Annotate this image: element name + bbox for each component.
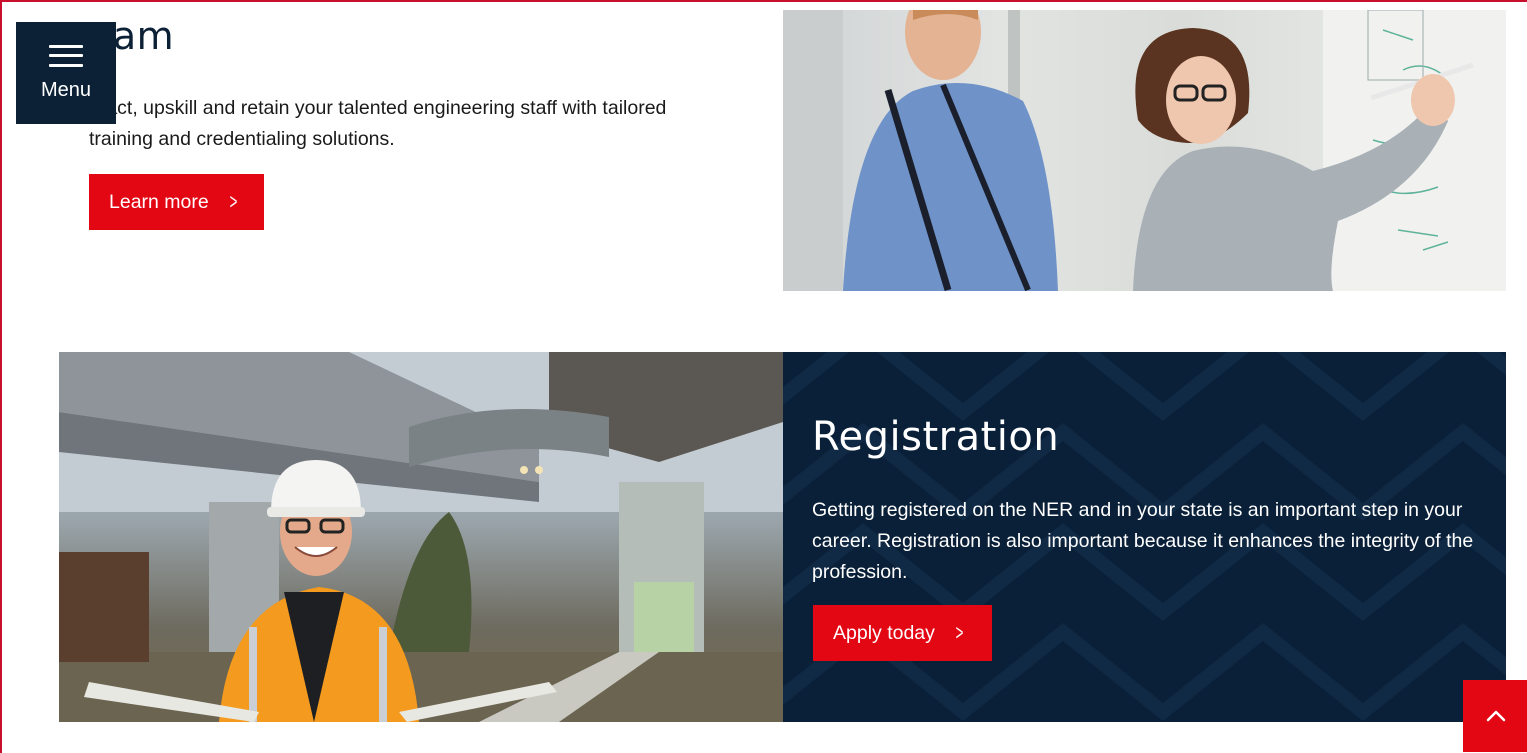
registration-photo (59, 352, 783, 722)
back-to-top-button[interactable] (1463, 680, 1527, 752)
learn-more-button[interactable]: Learn more > (89, 174, 264, 230)
engineer-photo-illustration (59, 352, 783, 722)
apply-today-label: Apply today (833, 621, 935, 644)
hamburger-icon (49, 44, 83, 67)
team-photo (783, 10, 1506, 291)
registration-description: Getting registered on the NER and in you… (812, 499, 1474, 583)
section-description: ttract, upskill and retain your talented… (89, 97, 667, 150)
team-photo-illustration (783, 10, 1506, 291)
learn-more-label: Learn more (109, 190, 209, 213)
registration-panel: Registration Getting registered on the N… (783, 352, 1506, 722)
chevron-up-icon (1486, 710, 1506, 722)
apply-today-button[interactable]: Apply today > (813, 605, 992, 661)
chevron-right-icon: > (229, 189, 238, 214)
menu-label: Menu (40, 78, 92, 101)
registration-title: Registration (812, 414, 1060, 460)
menu-button[interactable]: Menu (16, 22, 116, 124)
page-frame: eam ttract, upskill and retain your tale… (0, 0, 1527, 753)
chevron-right-icon: > (955, 620, 964, 645)
